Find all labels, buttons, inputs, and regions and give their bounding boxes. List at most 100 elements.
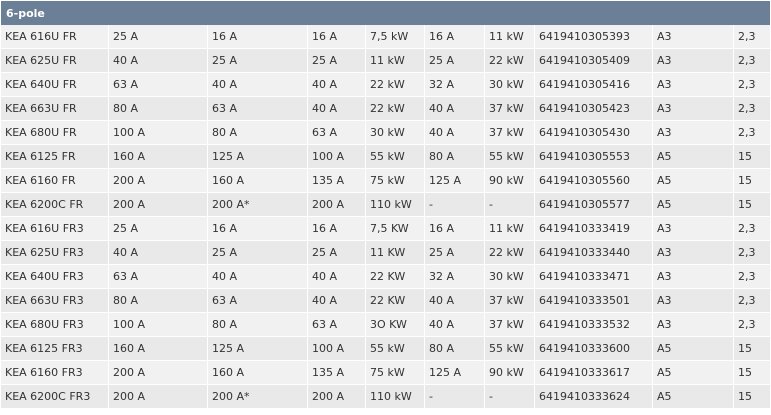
cell-ac3-current-2: 200 A xyxy=(308,385,366,409)
cell-ac3-current-2: 100 A xyxy=(308,337,366,361)
cell-motor-power-1: 7,5 kW xyxy=(366,25,425,49)
cell-motor-power-2: 37 kW xyxy=(485,121,535,145)
cell-ean-code: 6419410333440 xyxy=(535,241,653,265)
table-row: KEA 6125 FR3 160 A 125 A 100 A 55 kW 80 A 55 k… xyxy=(1,337,771,361)
cell-weight: 2,3 xyxy=(734,265,771,289)
cell-motor-power-1: 55 kW xyxy=(366,337,425,361)
cell-ac3-current-3: 40 A xyxy=(425,313,485,337)
cell-ac3-current-2: 100 A xyxy=(308,145,366,169)
cell-weight: 15 xyxy=(734,361,771,385)
cell-motor-power-2: 30 kW xyxy=(485,265,535,289)
cell-frame-size: A3 xyxy=(653,25,734,49)
cell-ac3-current-3: 16 A xyxy=(425,217,485,241)
cell-ac3-current-2: 25 A xyxy=(308,49,366,73)
cell-weight: 15 xyxy=(734,169,771,193)
cell-ac3-current-3: 125 A xyxy=(425,361,485,385)
cell-motor-power-2: 22 kW xyxy=(485,49,535,73)
cell-model: KEA 6160 FR xyxy=(1,169,109,193)
cell-ac3-current-2: 40 A xyxy=(308,289,366,313)
cell-motor-power-2: 90 kW xyxy=(485,169,535,193)
cell-frame-size: A5 xyxy=(653,169,734,193)
cell-ean-code: 6419410305416 xyxy=(535,73,653,97)
cell-motor-power-1: 55 kW xyxy=(366,145,425,169)
cell-frame-size: A3 xyxy=(653,289,734,313)
cell-ean-code: 6419410333600 xyxy=(535,337,653,361)
cell-weight: 15 xyxy=(734,145,771,169)
cell-ac3-current-1: 160 A xyxy=(208,361,308,385)
cell-motor-power-2: 90 kW xyxy=(485,361,535,385)
cell-model: KEA 6160 FR3 xyxy=(1,361,109,385)
cell-ac3-current-2: 63 A xyxy=(308,121,366,145)
cell-ac3-current-1: 125 A xyxy=(208,145,308,169)
cell-motor-power-1: 75 kW xyxy=(366,361,425,385)
table-row: KEA 680U FR 100 A 80 A 63 A 30 kW 40 A 37 kW 64… xyxy=(1,121,771,145)
cell-rated-current: 80 A xyxy=(109,289,208,313)
cell-rated-current: 200 A xyxy=(109,385,208,409)
cell-frame-size: A5 xyxy=(653,361,734,385)
cell-ac3-current-2: 40 A xyxy=(308,265,366,289)
cell-motor-power-2: 55 kW xyxy=(485,145,535,169)
cell-ac3-current-2: 16 A xyxy=(308,217,366,241)
cell-ac3-current-2: 16 A xyxy=(308,25,366,49)
cell-ac3-current-1: 200 A* xyxy=(208,193,308,217)
cell-ac3-current-1: 200 A* xyxy=(208,385,308,409)
table-row: KEA 6200C FR3 200 A 200 A* 200 A 110 kW - -641… xyxy=(1,385,771,409)
cell-weight: 2,3 xyxy=(734,313,771,337)
cell-motor-power-2: 37 kW xyxy=(485,289,535,313)
cell-frame-size: A5 xyxy=(653,385,734,409)
cell-ac3-current-3: 32 A xyxy=(425,73,485,97)
cell-model: KEA 663U FR xyxy=(1,97,109,121)
cell-motor-power-1: 22 kW xyxy=(366,97,425,121)
table-row: KEA 625U FR 40 A 25 A 25 A 11 kW 25 A 22 kW 641… xyxy=(1,49,771,73)
product-table-container: 6-pole KEA 616U FR 25 A 16 A 16 A 7,5 kW 16 A… xyxy=(1,1,771,409)
cell-motor-power-2: 55 kW xyxy=(485,337,535,361)
cell-rated-current: 25 A xyxy=(109,217,208,241)
cell-rated-current: 40 A xyxy=(109,49,208,73)
cell-motor-power-2: - xyxy=(485,385,535,409)
cell-ac3-current-3: 40 A xyxy=(425,97,485,121)
cell-ac3-current-2: 40 A xyxy=(308,97,366,121)
cell-ean-code: 6419410333501 xyxy=(535,289,653,313)
cell-weight: 2,3 xyxy=(734,73,771,97)
table-row: KEA 640U FR 63 A 40 A 40 A 22 kW 32 A 30 kW 641… xyxy=(1,73,771,97)
cell-motor-power-1: 30 kW xyxy=(366,121,425,145)
cell-ac3-current-3: 40 A xyxy=(425,289,485,313)
cell-rated-current: 160 A xyxy=(109,145,208,169)
table-row: KEA 6125 FR 160 A 125 A 100 A 55 kW 80 A 55 kW… xyxy=(1,145,771,169)
cell-rated-current: 63 A xyxy=(109,265,208,289)
table-row: KEA 625U FR3 40 A 25 A 25 A 11 KW 25 A 22 kW 64… xyxy=(1,241,771,265)
cell-ean-code: 6419410333617 xyxy=(535,361,653,385)
table-body: KEA 616U FR 25 A 16 A 16 A 7,5 kW 16 A 11 kW 64… xyxy=(1,25,771,409)
cell-motor-power-1: 11 kW xyxy=(366,49,425,73)
cell-ean-code: 6419410333419 xyxy=(535,217,653,241)
cell-rated-current: 200 A xyxy=(109,169,208,193)
cell-ac3-current-1: 40 A xyxy=(208,73,308,97)
cell-model: KEA 640U FR3 xyxy=(1,265,109,289)
cell-model: KEA 616U FR3 xyxy=(1,217,109,241)
cell-motor-power-2: 37 kW xyxy=(485,97,535,121)
cell-model: KEA 6125 FR xyxy=(1,145,109,169)
cell-ean-code: 6419410305430 xyxy=(535,121,653,145)
cell-weight: 2,3 xyxy=(734,241,771,265)
cell-frame-size: A5 xyxy=(653,337,734,361)
cell-ean-code: 6419410305553 xyxy=(535,145,653,169)
cell-rated-current: 100 A xyxy=(109,121,208,145)
cell-motor-power-2: 11 kW xyxy=(485,217,535,241)
cell-weight: 2,3 xyxy=(734,25,771,49)
cell-ac3-current-3: 40 A xyxy=(425,121,485,145)
cell-rated-current: 63 A xyxy=(109,73,208,97)
cell-frame-size: A3 xyxy=(653,217,734,241)
cell-rated-current: 160 A xyxy=(109,337,208,361)
cell-model: KEA 663U FR3 xyxy=(1,289,109,313)
cell-ac3-current-1: 63 A xyxy=(208,289,308,313)
table-row: KEA 6160 FR3 200 A 160 A 135 A 75 kW 125 A 90 … xyxy=(1,361,771,385)
cell-ean-code: 6419410305409 xyxy=(535,49,653,73)
cell-weight: 15 xyxy=(734,385,771,409)
cell-ac3-current-1: 80 A xyxy=(208,313,308,337)
cell-motor-power-1: 110 kW xyxy=(366,385,425,409)
cell-motor-power-1: 22 KW xyxy=(366,289,425,313)
cell-frame-size: A3 xyxy=(653,49,734,73)
cell-rated-current: 200 A xyxy=(109,361,208,385)
table-row: KEA 663U FR 80 A 63 A 40 A 22 kW 40 A 37 kW 641… xyxy=(1,97,771,121)
cell-ean-code: 6419410333532 xyxy=(535,313,653,337)
